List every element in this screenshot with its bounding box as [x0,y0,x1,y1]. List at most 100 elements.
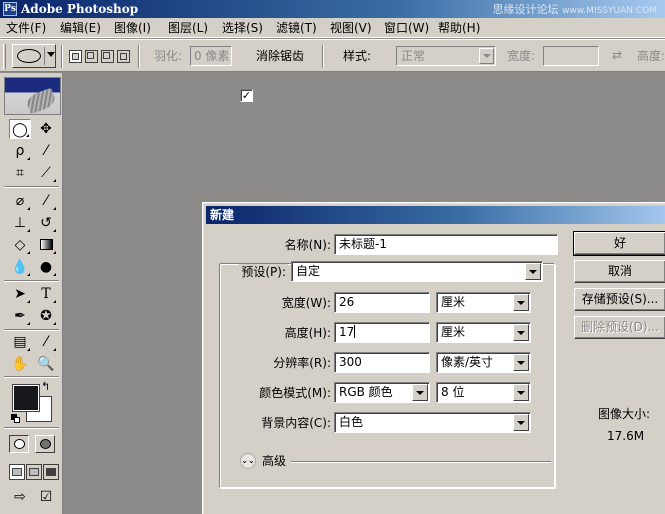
menu-layer[interactable]: 图层(L) [168,20,208,36]
add-selection-icon [87,52,94,59]
advanced-label[interactable]: 高级 [262,453,286,469]
chevron-double-down-icon: ⌄⌄ [241,456,255,465]
options-grip[interactable] [3,44,6,69]
marquee-tool[interactable]: ◯ [9,119,31,139]
resolution-unit-value: 像素/英寸 [441,355,494,369]
slice-icon: ⟋ [41,165,51,181]
bit-depth-select[interactable]: 8 位 [436,382,531,403]
menu-help[interactable]: 帮助(H) [438,20,480,36]
path-select-tool[interactable]: ➤ [9,284,31,304]
foreground-color[interactable] [12,384,40,412]
width-label: 宽度(W): [281,296,331,310]
hand-tool[interactable]: ✋ [9,354,31,374]
options-bar: 羽化: 0 像素 ✓ 消除锯齿 样式: 正常 宽度: ⇄ 高度: [0,39,665,102]
color-mode-select[interactable]: RGB 颜色 [334,382,430,403]
intersect-selection-button[interactable] [117,50,130,63]
resolution-input[interactable]: 300 [334,352,430,373]
chevron-down-icon [525,263,541,280]
preset-divider [44,47,45,65]
height-input[interactable]: 17 [334,322,430,343]
full-screen-menu-button[interactable] [26,464,42,480]
menu-file[interactable]: 文件(F) [6,20,46,36]
resolution-unit-select[interactable]: 像素/英寸 [436,352,531,373]
zoom-tool[interactable]: 🔍 [35,354,57,374]
toolbox-divider [4,280,59,282]
chevron-down-icon [513,324,529,341]
default-colors-icon[interactable] [11,414,20,423]
standard-mode-button[interactable] [9,435,29,453]
width-input[interactable]: 26 [334,292,430,313]
photoshop-icon[interactable]: Ps [3,2,17,16]
background-contents-select[interactable]: 白色 [334,412,531,433]
full-screen-button[interactable] [43,464,59,480]
height-unit-select[interactable]: 厘米 [436,322,531,343]
save-preset-button[interactable]: 存储预设(S)... [574,288,665,311]
preset-select[interactable]: 自定 [291,261,543,282]
swap-colors-icon[interactable]: ↰ [41,380,50,393]
stamp-icon: ⊥ [13,215,27,231]
gradient-tool[interactable] [35,235,57,255]
name-input[interactable]: 未标题-1 [334,234,558,255]
new-selection-button[interactable] [69,50,82,63]
crop-tool[interactable]: ⌗ [9,163,31,183]
jump-to-app-button[interactable]: ☑ [35,487,57,507]
watermark-text: 思缘设计论坛 [492,3,559,16]
menu-edit[interactable]: 编辑(E) [60,20,101,36]
color-mode-label: 颜色模式(M): [259,386,331,400]
advanced-toggle-button[interactable]: ⌄⌄ [240,453,256,469]
stamp-tool[interactable]: ⊥ [9,213,31,233]
swap-dimensions-icon[interactable]: ⇄ [612,48,622,62]
feather-icon [24,87,58,115]
color-mode-value: RGB 颜色 [339,385,393,399]
type-tool[interactable]: T [35,284,57,304]
notes-tool[interactable]: ▤ [9,332,31,352]
jump-to-imageready-button[interactable]: ⇨ [9,487,31,507]
style-label: 样式: [343,49,372,63]
ok-button[interactable]: 好 [573,231,665,256]
brush-tool[interactable]: ⁄ [35,191,57,211]
add-selection-button[interactable] [85,50,98,63]
standard-screen-button[interactable] [9,464,25,480]
antialias-checkbox[interactable]: ✓ [240,89,253,102]
subtract-selection-button[interactable] [101,50,114,63]
height-value: 17 [339,325,355,339]
eyedropper-tool[interactable]: ⁄ [35,332,57,352]
delete-preset-button[interactable]: 删除预设(D)... [574,316,665,339]
blur-tool[interactable]: 💧 [9,257,31,277]
pen-tool[interactable]: ✒ [9,306,31,326]
eraser-tool[interactable]: ◇ [9,235,31,255]
width-unit-select[interactable]: 厘米 [436,292,531,313]
quick-mask-button[interactable] [35,435,55,453]
style-value: 正常 [401,49,426,63]
cancel-button[interactable]: 取消 [574,260,665,283]
shape-tool[interactable]: ✪ [35,306,57,326]
healing-brush-tool[interactable]: ⌀ [9,191,31,211]
dialog-title[interactable]: 新建 [206,206,665,224]
chevron-down-icon [47,52,55,57]
advanced-divider [291,461,551,463]
toolbox-divider [4,186,59,188]
history-brush-tool[interactable]: ↺ [35,213,57,233]
lasso-tool[interactable]: ρ [9,141,31,161]
title-bar: Ps Adobe Photoshop 思缘设计论坛 www.MISSYUAN.C… [0,0,665,18]
menu-select[interactable]: 选择(S) [222,20,263,36]
preset-label: 预设(P): [239,264,288,280]
menu-image[interactable]: 图像(I) [114,20,151,36]
menu-filter[interactable]: 滤镜(T) [276,20,317,36]
style-select[interactable]: 正常 [396,46,496,66]
menu-window[interactable]: 窗口(W) [384,20,429,36]
antialias-label: 消除锯齿 [256,49,305,63]
hand-icon: ✋ [11,356,29,372]
dodge-tool[interactable]: ● [35,257,57,277]
tool-preset-picker[interactable] [12,44,56,68]
width-input[interactable] [543,46,599,66]
move-tool[interactable]: ✥ [35,119,57,139]
slice-tool[interactable]: ⟋ [35,163,57,183]
magic-wand-tool[interactable]: ⁄ [35,141,57,161]
menu-view[interactable]: 视图(V) [330,20,372,36]
shape-icon: ✪ [40,308,52,324]
brush-icon: ⁄ [44,193,48,209]
crop-icon: ⌗ [16,165,24,181]
photoshop-logo[interactable] [4,77,61,115]
feather-input[interactable]: 0 像素 [190,46,232,66]
